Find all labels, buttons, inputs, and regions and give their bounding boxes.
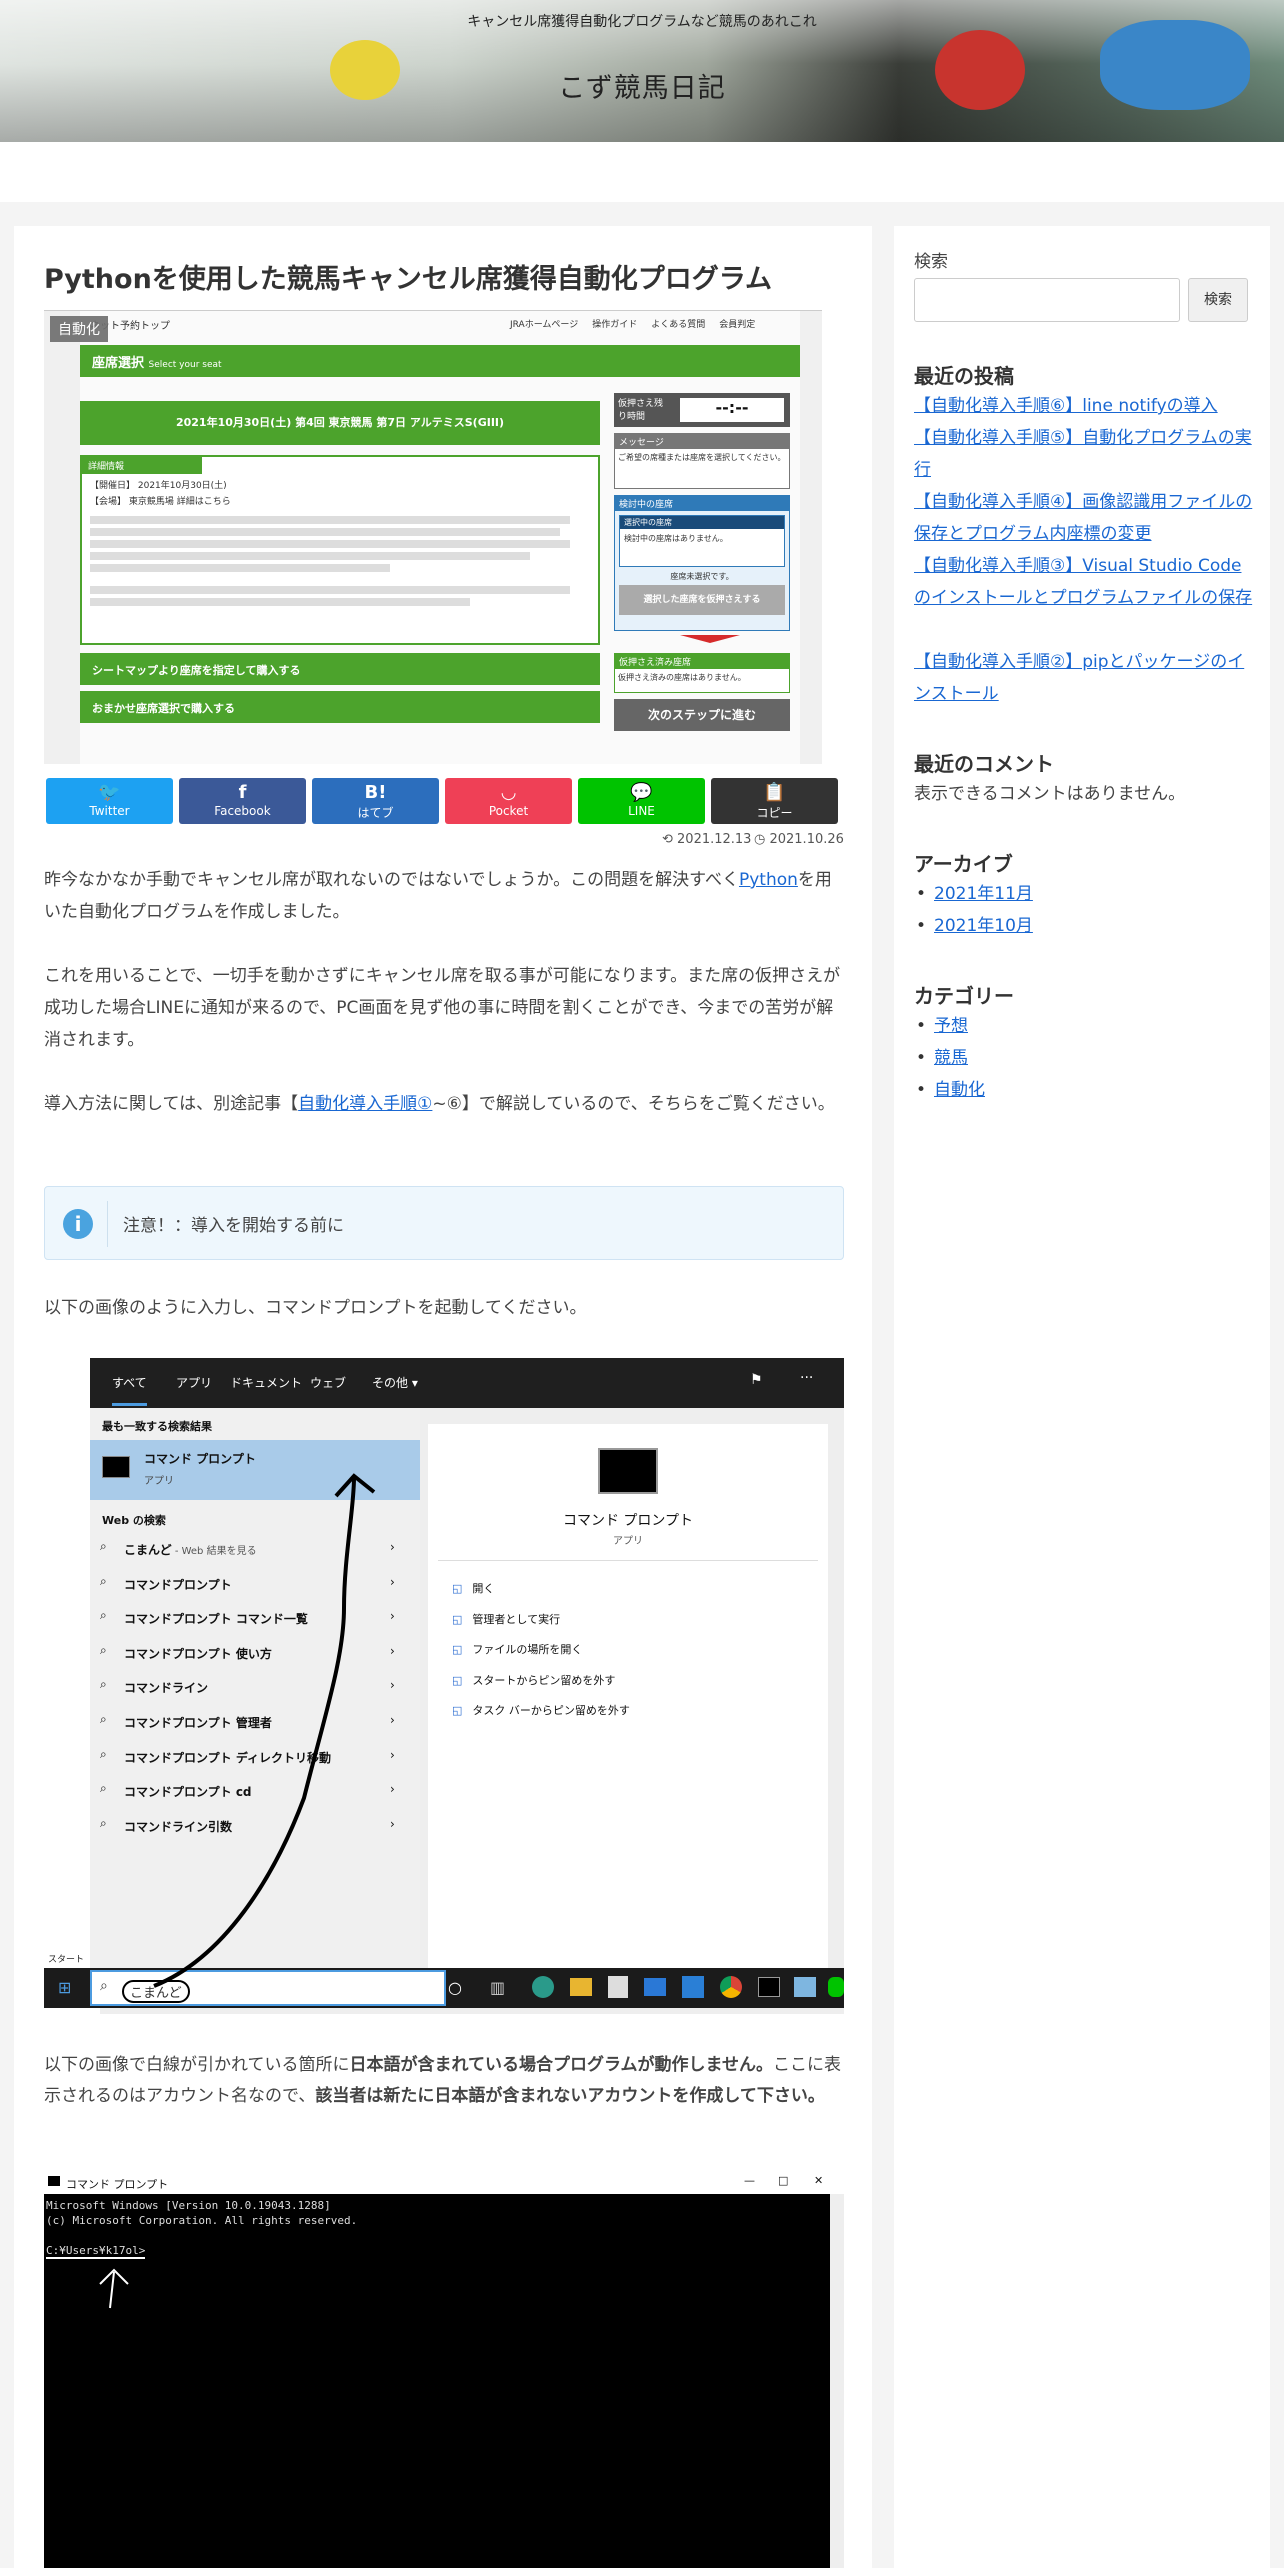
recent-post-link[interactable]: 【自動化導入手順②】pipとパッケージのインストール	[914, 646, 1254, 710]
hatebu-icon: B!	[364, 782, 387, 803]
search-heading: 検索	[914, 252, 948, 272]
share-hatebu-button[interactable]: B! はてブ	[312, 778, 439, 824]
hold-seat-button[interactable]: 選択した座席を仮押さえする	[619, 585, 785, 615]
next-step-button[interactable]: 次のステップに進む	[614, 699, 790, 731]
notice-divider	[107, 1201, 108, 1247]
date-published: ◷ 2021.10.26	[754, 832, 844, 847]
guide-link[interactable]: 自動化導入手順①	[298, 1094, 432, 1114]
consider-box: 検討中の座席 選択中の座席 検討中の座席はありません。 座席未選択です。 選択し…	[614, 495, 790, 631]
seat-select-bar: 座席選択 Select your seat	[80, 345, 800, 377]
copy-icon: 📋	[763, 782, 786, 803]
search-button[interactable]: 検索	[1188, 278, 1248, 322]
search-input[interactable]	[914, 278, 1180, 322]
site-header: キャンセル席獲得自動化プログラムなど競馬のあれこれ こず競馬日記	[0, 0, 1284, 142]
paragraph-2: これを用いることで、一切手を動かさずにキャンセル席を取る事が可能になります。また…	[44, 966, 841, 1050]
detail-box: 詳細情報 【開催日】 2021年10月30日(土) 【会場】 東京競馬場 詳細は…	[80, 455, 600, 645]
archive-link[interactable]: 2021年10月	[916, 910, 1033, 942]
info-icon: i	[63, 1209, 93, 1239]
paragraph-4: 以下の画像のように入力し、コマンドプロンプトを起動してください。	[44, 1298, 587, 1318]
recent-post-link[interactable]: 【自動化導入手順⑥】line notifyの導入	[914, 390, 1254, 422]
archive-link[interactable]: 2021年11月	[916, 878, 1033, 910]
sidebar: 検索 検索 最近の投稿 【自動化導入手順⑥】line notifyの導入 【自動…	[894, 226, 1270, 2568]
recent-comments-heading: 最近のコメント	[914, 752, 1054, 776]
archive-heading: アーカイブ	[914, 852, 1013, 876]
held-box: 仮押さえ済み座席 仮押さえ済みの座席はありません。	[614, 653, 790, 693]
python-link[interactable]: Python	[739, 870, 798, 890]
share-facebook-button[interactable]: f Facebook	[179, 778, 306, 824]
arrow-down-icon	[680, 635, 740, 643]
pocket-icon: ◡	[501, 782, 516, 803]
article-title: Pythonを使用した競馬キャンセル席獲得自動化プログラム	[44, 264, 772, 295]
command-prompt-screenshot: コマンド プロンプト — □ ✕ Microsoft Windows [Vers…	[44, 2172, 844, 2568]
omakase-button[interactable]: おまかせ座席選択で購入する	[80, 691, 600, 723]
line-icon: 💬	[630, 782, 653, 803]
paragraph-1: 昨今なかなか手動でキャンセル席が取れないのではないでしょうか。この問題を解決すべ…	[44, 870, 832, 922]
notice-text: 注意！：導入を開始する前に	[123, 1216, 344, 1236]
share-line-button[interactable]: 💬 LINE	[578, 778, 705, 824]
paragraph-3: 導入方法に関しては、別途記事【自動化導入手順①~⑥】で解説しているので、そちらを…	[44, 1094, 835, 1114]
recent-post-link[interactable]: 【自動化導入手順③】Visual Studio Codeのインストールとプログラ…	[914, 550, 1254, 614]
facebook-icon: f	[238, 782, 247, 803]
notice-box[interactable]: i 注意！：導入を開始する前に	[44, 1186, 844, 1260]
category-link[interactable]: 競馬	[916, 1042, 968, 1074]
share-twitter-button[interactable]: 🐦 Twitter	[46, 778, 173, 824]
race-title-bar: 2021年10月30日(土) 第4回 東京競馬 第7日 アルテミスS(GIII)	[80, 401, 600, 445]
white-arrow	[99, 2268, 129, 2309]
main-content: Pythonを使用した競馬キャンセル席獲得自動化プログラム ネット予約トップ J…	[14, 226, 872, 2568]
seatmap-button[interactable]: シートマップより座席を指定して購入する	[80, 653, 600, 685]
recent-post-link[interactable]: 【自動化導入手順④】画像認識用ファイルの保存とプログラム内座標の変更	[914, 486, 1254, 550]
share-pocket-button[interactable]: ◡ Pocket	[445, 778, 572, 824]
category-link[interactable]: 予想	[916, 1010, 968, 1042]
eyecatch-image: ネット予約トップ JRAホームページ 操作ガイド よくある質問 会員判定 座席選…	[44, 310, 822, 764]
recent-post-link[interactable]: 【自動化導入手順⑤】自動化プログラムの実行	[914, 422, 1254, 486]
category-badge[interactable]: 自動化	[50, 316, 108, 342]
message-box: メッセージ ご希望の席種または座席を選択してください。	[614, 433, 790, 489]
site-tagline: キャンセル席獲得自動化プログラムなど競馬のあれこれ	[467, 14, 817, 30]
nav-band	[0, 142, 1284, 202]
no-comments-text: 表示できるコメントはありません。	[914, 784, 1186, 804]
category-link[interactable]: 自動化	[916, 1074, 985, 1106]
eyecatch-nav-right: JRAホームページ 操作ガイド よくある質問 会員判定	[510, 320, 756, 330]
recent-posts-heading: 最近の投稿	[914, 364, 1014, 388]
hand-drawn-arrow	[153, 1473, 376, 1988]
paragraph-5: 以下の画像で白線が引かれている箇所に日本語が含まれている場合プログラムが動作しま…	[44, 2055, 841, 2106]
share-copy-button[interactable]: 📋 コピー	[711, 778, 838, 824]
cmd-scrollbar[interactable]	[830, 2194, 844, 2568]
hold-timer: 仮押さえ残り時間 --:--	[614, 393, 790, 427]
windows-search-screenshot: すべて アプリ ドキュメント ウェブ その他 ▾ ⚑ ··· 最も一致する検索結…	[44, 1358, 844, 2014]
site-title[interactable]: こず競馬日記	[0, 66, 1284, 105]
date-updated: ⟲ 2021.12.13	[662, 832, 752, 847]
category-heading: カテゴリー	[914, 984, 1014, 1008]
twitter-icon: 🐦	[98, 782, 121, 803]
